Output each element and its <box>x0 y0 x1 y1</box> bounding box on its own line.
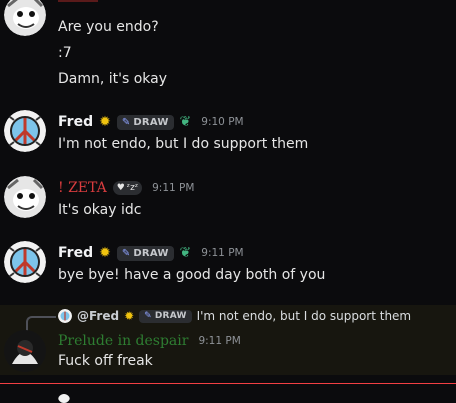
sun-icon: ✹ <box>99 114 111 130</box>
message-text: It's okay idc <box>58 202 142 218</box>
status-badge: ♥ ᶻzᶻ <box>112 181 143 195</box>
timestamp[interactable]: 9:10 PM <box>201 116 243 128</box>
sun-icon: ✹ <box>99 245 111 261</box>
heart-icon: ♥ <box>116 183 125 193</box>
username[interactable]: Prelude in despair <box>58 333 188 349</box>
message-header: ! ZETA ♥ ᶻzᶻ 9:11 PM <box>58 180 194 196</box>
tag-badge[interactable]: ✎ DRAW <box>116 114 174 130</box>
timestamp[interactable]: 9:11 PM <box>198 335 240 347</box>
next-message-stub <box>58 391 70 403</box>
reply-username[interactable]: @Fred <box>77 309 119 323</box>
message-text: Are you endo? <box>58 19 159 35</box>
avatar[interactable] <box>4 110 46 152</box>
message-group-2: Fred ✹ ✎ DRAW ❦ 9:10 PM I'm not endo, bu… <box>0 110 456 160</box>
username[interactable]: ! ZETA <box>58 180 107 196</box>
message-text: :7 <box>58 45 72 61</box>
pencil-icon: ✎ <box>121 116 131 128</box>
badge-label: DRAW <box>133 116 169 128</box>
reply-preview[interactable]: @Fred ✹ ✎ DRAW I'm not endo, but I do su… <box>58 309 411 323</box>
badge-label: DRAW <box>133 247 169 259</box>
pencil-icon: ✎ <box>144 311 152 321</box>
message-group-4: Fred ✹ ✎ DRAW ❦ 9:11 PM bye bye! have a … <box>0 241 456 291</box>
pencil-icon: ✎ <box>121 247 131 259</box>
message-text: Fuck off freak <box>58 353 153 369</box>
message-header: Fred ✹ ✎ DRAW ❦ 9:10 PM <box>58 114 244 130</box>
message-group-1: Are you endo? :7 Damn, it's okay <box>0 0 456 100</box>
status-badge-text: ᶻzᶻ <box>126 183 139 193</box>
plant-icon: ❦ <box>179 245 192 261</box>
avatar[interactable] <box>4 0 46 36</box>
reply-text: I'm not endo, but I do support them <box>196 309 412 323</box>
message-text: I'm not endo, but I do support them <box>58 136 309 152</box>
tag-badge[interactable]: ✎ DRAW <box>116 245 174 261</box>
username[interactable]: Fred <box>58 114 93 130</box>
avatar[interactable] <box>4 330 46 372</box>
message-group-3: ! ZETA ♥ ᶻzᶻ 9:11 PM It's okay idc <box>0 176 456 226</box>
sun-icon: ✹ <box>124 309 135 323</box>
reply-avatar <box>58 309 72 323</box>
timestamp[interactable]: 9:11 PM <box>152 182 194 194</box>
message-header: Fred ✹ ✎ DRAW ❦ 9:11 PM <box>58 245 244 261</box>
avatar[interactable] <box>4 176 46 218</box>
message-group-5: Prelude in despair 9:11 PM Fuck off frea… <box>0 330 456 375</box>
tag-badge: ✎ DRAW <box>139 309 192 323</box>
avatar[interactable] <box>4 241 46 283</box>
new-messages-divider <box>0 383 456 384</box>
message-text: Damn, it's okay <box>58 71 168 87</box>
timestamp[interactable]: 9:11 PM <box>201 247 243 259</box>
plant-icon: ❦ <box>179 114 192 130</box>
message-header: Prelude in despair 9:11 PM <box>58 333 241 349</box>
badge-label: DRAW <box>154 311 187 321</box>
username[interactable]: Fred <box>58 245 93 261</box>
reply-avatar <box>58 391 70 403</box>
message-text: bye bye! have a good day both of you <box>58 267 326 283</box>
partial-header <box>58 0 98 2</box>
